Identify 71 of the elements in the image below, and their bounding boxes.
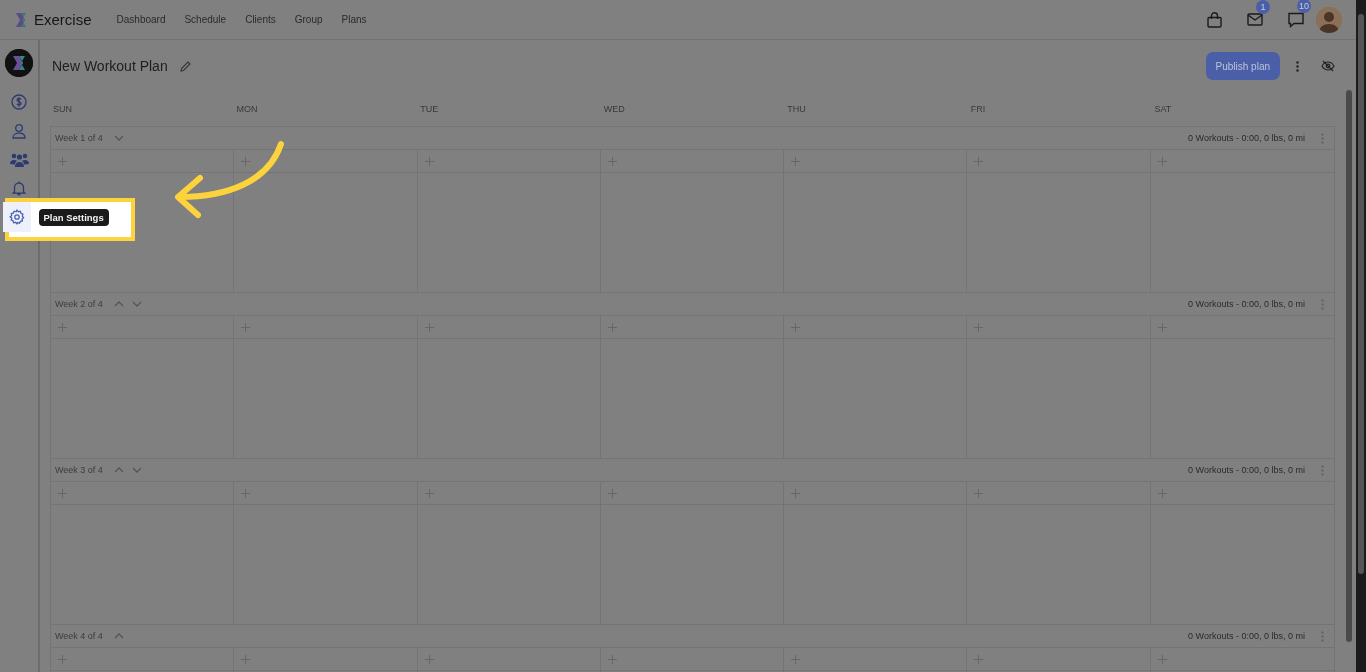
add-icon[interactable] bbox=[974, 322, 984, 332]
add-icon[interactable] bbox=[607, 322, 617, 332]
chevron-down-icon[interactable] bbox=[131, 301, 142, 307]
day-header: SUN bbox=[52, 104, 73, 114]
day-header: THU bbox=[786, 104, 807, 114]
add-icon[interactable] bbox=[791, 654, 801, 664]
logo-icon[interactable] bbox=[5, 49, 33, 77]
nav-link[interactable]: Clients bbox=[245, 14, 276, 25]
add-icon[interactable] bbox=[58, 322, 67, 332]
add-icon[interactable] bbox=[241, 654, 251, 664]
app-name: Exercise bbox=[34, 11, 92, 28]
day-header: SAT bbox=[1153, 104, 1173, 114]
nav-link[interactable]: Dashboard bbox=[116, 14, 166, 25]
dollar-icon bbox=[11, 94, 27, 110]
avatar-icon[interactable] bbox=[1316, 6, 1342, 33]
person-icon bbox=[11, 122, 27, 139]
nav-link[interactable]: Schedule bbox=[184, 14, 227, 25]
chevron-up-icon[interactable] bbox=[113, 633, 124, 639]
week-summary: 0 Workouts - 0:00, 0 lbs, 0 mi bbox=[1188, 299, 1305, 309]
chevron-up-icon[interactable] bbox=[113, 467, 124, 473]
week-summary: 0 Workouts - 0:00, 0 lbs, 0 mi bbox=[1188, 631, 1305, 641]
add-icon[interactable] bbox=[791, 322, 801, 332]
add-icon[interactable] bbox=[607, 488, 617, 498]
add-icon[interactable] bbox=[241, 322, 251, 332]
add-icon[interactable] bbox=[424, 322, 434, 332]
settings-icon bbox=[8, 208, 25, 225]
week-summary: 0 Workouts - 0:00, 0 lbs, 0 mi bbox=[1188, 465, 1305, 475]
group-icon bbox=[9, 151, 29, 167]
chevron-down-icon[interactable] bbox=[131, 467, 142, 473]
add-icon[interactable] bbox=[607, 156, 617, 166]
add-icon[interactable] bbox=[1157, 322, 1167, 332]
add-icon[interactable] bbox=[58, 156, 67, 166]
chat-icon[interactable] bbox=[1288, 11, 1304, 28]
add-icon[interactable] bbox=[58, 488, 67, 498]
more-icon[interactable] bbox=[1296, 60, 1299, 72]
add-icon[interactable] bbox=[424, 488, 434, 498]
nav-link[interactable]: Plans bbox=[341, 14, 367, 25]
bell-icon bbox=[11, 180, 27, 197]
add-icon[interactable] bbox=[424, 654, 434, 664]
chevron-up-icon[interactable] bbox=[113, 301, 124, 307]
scrollbar[interactable] bbox=[1346, 90, 1352, 642]
add-icon[interactable] bbox=[241, 156, 251, 166]
add-icon[interactable] bbox=[1157, 654, 1167, 664]
logo-icon bbox=[13, 11, 29, 28]
day-header: WED bbox=[602, 104, 626, 114]
edit-icon[interactable] bbox=[179, 60, 191, 72]
notification-badge: 1 bbox=[1256, 0, 1270, 14]
publish-button[interactable]: Publish plan bbox=[1205, 52, 1280, 80]
hidden-eye-icon[interactable] bbox=[1321, 60, 1335, 72]
day-header: TUE bbox=[419, 104, 440, 114]
add-icon[interactable] bbox=[241, 488, 251, 498]
add-icon[interactable] bbox=[1157, 156, 1167, 166]
chevron-down-icon[interactable] bbox=[113, 135, 124, 141]
day-header: FRI bbox=[969, 104, 987, 114]
add-icon[interactable] bbox=[1157, 488, 1167, 498]
add-icon[interactable] bbox=[974, 488, 984, 498]
add-icon[interactable] bbox=[791, 156, 801, 166]
add-icon[interactable] bbox=[58, 654, 67, 664]
scrollbar[interactable] bbox=[1356, 0, 1366, 672]
nav-link[interactable]: Group bbox=[294, 14, 323, 25]
add-icon[interactable] bbox=[974, 654, 984, 664]
notification-badge: 10 bbox=[1297, 0, 1311, 13]
day-header: MON bbox=[235, 104, 259, 114]
week-summary: 0 Workouts - 0:00, 0 lbs, 0 mi bbox=[1188, 133, 1305, 143]
add-icon[interactable] bbox=[607, 654, 617, 664]
add-icon[interactable] bbox=[791, 488, 801, 498]
add-icon[interactable] bbox=[424, 156, 434, 166]
add-icon[interactable] bbox=[974, 156, 984, 166]
mail-icon[interactable] bbox=[1247, 13, 1263, 26]
shopping-bag-icon[interactable] bbox=[1207, 11, 1222, 28]
plan-title: New Workout Plan bbox=[52, 58, 168, 74]
